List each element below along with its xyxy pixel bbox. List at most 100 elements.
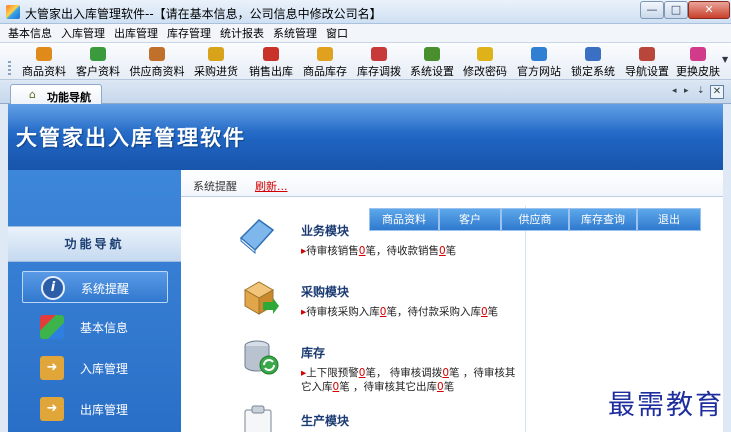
toolbar-button-customer[interactable]: 客户资料 <box>73 45 123 78</box>
toolbar-grip[interactable] <box>8 61 11 75</box>
toolbar-button-website[interactable]: 官方网站 <box>514 45 564 78</box>
scroll-left-icon[interactable]: ◂ <box>672 86 677 96</box>
nav-item-label: 系统提醒 <box>81 282 130 296</box>
close-button[interactable]: ✕ <box>688 1 730 19</box>
window-title: 大管家出入库管理软件--【请在基本信息，公司信息中修改公司名】 <box>25 7 382 21</box>
toolbar-button-label: 商品库存 <box>303 65 347 78</box>
panel-title: 系统提醒 <box>193 180 237 193</box>
menu-outbound[interactable]: 出库管理 <box>114 25 158 41</box>
toolbar-button-skin[interactable]: 更换皮肤 <box>675 45 721 78</box>
toolbar-button-label: 销售出库 <box>249 65 293 78</box>
quick-customer-button[interactable]: 客户 <box>439 208 501 231</box>
toolbar-button-label: 修改密码 <box>463 65 507 78</box>
minimize-button[interactable]: — <box>640 1 664 19</box>
box-out-icon: ➜ <box>40 397 64 421</box>
toolbar-button-label: 采购进货 <box>194 65 238 78</box>
lock-icon <box>585 47 601 61</box>
pending-count-link[interactable]: 0 <box>439 245 446 257</box>
title-bar: 大管家出入库管理软件--【请在基本信息，公司信息中修改公司名】 — □ ✕ <box>0 0 731 24</box>
toolbar-overflow-icon[interactable]: ▼ <box>722 55 728 64</box>
menu-bar: 基本信息 入库管理 出库管理 库存管理 统计报表 系统管理 窗口 <box>0 24 731 43</box>
toolbar-button-password[interactable]: 修改密码 <box>460 45 510 78</box>
tab-label: 功能导航 <box>47 91 91 104</box>
module-status-line: 它入库0笔 ，待审核其它出库0笔 <box>301 381 455 393</box>
module-title[interactable]: 业务模块 <box>301 222 349 239</box>
toolbar-button-settings[interactable]: 系统设置 <box>407 45 457 78</box>
module-status-line: ▸待审核销售0笔，待收款销售0笔 <box>301 245 457 257</box>
toolbar-button-supplier[interactable]: 供应商资料 <box>127 45 187 78</box>
divider <box>525 206 526 432</box>
toolbar-button-nav-settings[interactable]: 导航设置 <box>622 45 672 78</box>
home-icon: ⌂ <box>29 88 36 101</box>
toolbar-button-label: 客户资料 <box>76 65 120 78</box>
banner-title: 大管家出入库管理软件 <box>16 126 246 150</box>
toolbar-button-lock[interactable]: 锁定系统 <box>568 45 618 78</box>
module-title[interactable]: 库存 <box>301 344 325 361</box>
toolbar-button-purchase[interactable]: 采购进货 <box>191 45 241 78</box>
nav-item-system-reminder[interactable]: i 系统提醒 <box>22 271 168 303</box>
transfer-icon <box>371 47 387 61</box>
function-nav-panel: 功能导航 i 系统提醒 基本信息 ➜ 入库管理 ➜ 出库管理 <box>8 170 181 432</box>
book-icon <box>239 219 275 254</box>
pending-count-link[interactable]: 0 <box>481 306 488 318</box>
database-icon <box>244 340 279 375</box>
menu-inbound[interactable]: 入库管理 <box>61 25 105 41</box>
toolbar-button-transfer[interactable]: 库存调拨 <box>354 45 404 78</box>
nav-item-inbound[interactable]: ➜ 入库管理 <box>22 352 168 384</box>
nav-item-label: 基本信息 <box>80 321 129 335</box>
box-arrow-icon <box>243 281 279 315</box>
toolbar-button-label: 商品资料 <box>22 65 66 78</box>
tab-close-icon[interactable]: ✕ <box>710 85 724 99</box>
toolbar-button-label: 导航设置 <box>625 65 669 78</box>
scroll-right-icon[interactable]: ▸ <box>684 86 689 96</box>
pending-count-link[interactable]: 0 <box>442 367 449 379</box>
password-icon <box>477 47 493 61</box>
nav-header: 功能导航 <box>8 226 181 262</box>
quick-stock-query-button[interactable]: 库存查询 <box>569 208 637 231</box>
toolbar-button-product[interactable]: 商品资料 <box>19 45 69 78</box>
quick-supplier-button[interactable]: 供应商 <box>501 208 569 231</box>
maximize-button[interactable]: □ <box>664 1 688 19</box>
toolbar-button-label: 更换皮肤 <box>676 65 720 78</box>
clipboard-icon <box>244 405 272 432</box>
toolbar-button-label: 库存调拨 <box>357 65 401 78</box>
purchase-icon <box>208 47 224 61</box>
nav-item-label: 入库管理 <box>80 362 129 376</box>
menu-inventory[interactable]: 库存管理 <box>167 25 211 41</box>
menu-reports[interactable]: 统计报表 <box>220 25 264 41</box>
product-icon <box>36 47 52 61</box>
toolbar: 商品资料 客户资料 供应商资料 采购进货 销售出库 商品库存 库存调拨 系统设置 修改密码 官方网… <box>0 43 731 80</box>
settings-icon <box>424 47 440 61</box>
document-tab-strip: ⌂ 功能导航 ◂ ▸ ⇣ ✕ <box>0 81 731 104</box>
pending-count-link[interactable]: 0 <box>437 381 444 393</box>
app-logo-icon <box>6 5 20 19</box>
menu-window[interactable]: 窗口 <box>326 25 348 41</box>
header-banner: 大管家出入库管理软件 <box>8 104 723 170</box>
toolbar-button-sales[interactable]: 销售出库 <box>246 45 296 78</box>
quick-exit-button[interactable]: 退出 <box>637 208 701 231</box>
panel-header: 系统提醒 刷新... <box>181 170 723 197</box>
module-title[interactable]: 采购模块 <box>301 283 349 300</box>
toolbar-button-label: 系统设置 <box>410 65 454 78</box>
sales-icon <box>263 47 279 61</box>
menu-basic-info[interactable]: 基本信息 <box>8 25 52 41</box>
menu-system[interactable]: 系统管理 <box>273 25 317 41</box>
info-icon: i <box>41 276 65 300</box>
nav-item-label: 出库管理 <box>80 403 129 417</box>
refresh-link[interactable]: 刷新... <box>255 178 288 194</box>
nav-item-basic-info[interactable]: 基本信息 <box>22 311 168 343</box>
stock-icon <box>317 47 333 61</box>
module-status-line: ▸待审核采购入库0笔，待付款采购入库0笔 <box>301 306 499 318</box>
cubes-icon <box>40 315 64 339</box>
toolbar-button-stock[interactable]: 商品库存 <box>300 45 350 78</box>
nav-item-outbound[interactable]: ➜ 出库管理 <box>22 393 168 425</box>
toolbar-button-label: 供应商资料 <box>129 65 185 78</box>
module-title[interactable]: 生产模块 <box>301 412 349 429</box>
supplier-icon <box>149 47 165 61</box>
quick-product-button[interactable]: 商品资料 <box>369 208 439 231</box>
toolbar-button-label: 锁定系统 <box>571 65 615 78</box>
nav-settings-icon <box>639 47 655 61</box>
tab-function-nav[interactable]: ⌂ 功能导航 <box>10 84 102 104</box>
watermark-text: 最需教育 <box>608 390 724 421</box>
pin-icon[interactable]: ⇣ <box>697 86 705 96</box>
